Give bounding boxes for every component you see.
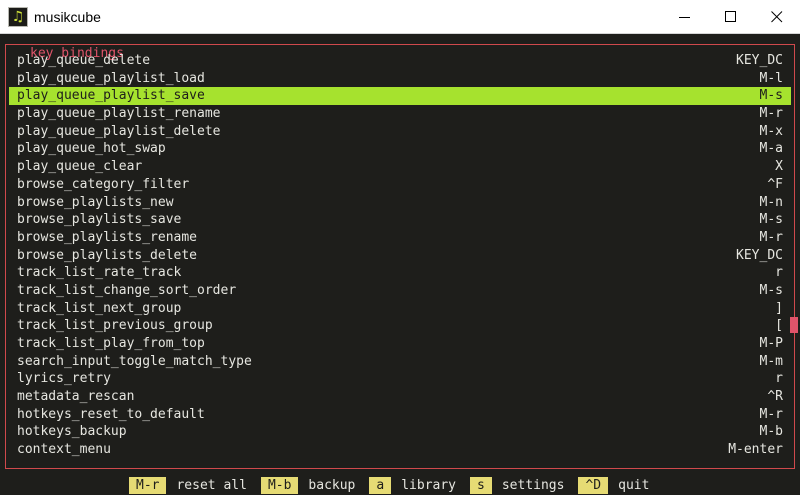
binding-key: X [775, 159, 783, 175]
shortcut-item[interactable]: s settings [470, 477, 564, 494]
binding-action: track_list_change_sort_order [17, 282, 237, 298]
shortcut-key: M-r [129, 477, 167, 494]
binding-key: M-l [759, 70, 783, 86]
binding-key: M-P [759, 336, 783, 351]
binding-row[interactable]: browse_category_filter ^F [9, 176, 791, 194]
binding-row[interactable]: browse_playlists_save M-s [9, 211, 791, 229]
binding-key: M-r [759, 106, 783, 122]
binding-row[interactable]: track_list_next_group] [9, 300, 791, 318]
binding-row[interactable]: lyrics_retry r [9, 370, 791, 388]
binding-action: lyrics_retry [17, 371, 111, 387]
binding-action: browse_playlists_delete [17, 247, 198, 263]
shortcut-bar: M-r reset all M-b backup a library s settings ^D… [0, 476, 800, 495]
shortcut-item[interactable]: a library [369, 477, 456, 494]
binding-row[interactable]: play_queue_delete KEY_DC [9, 52, 791, 70]
binding-action: browse_playlists_save [17, 212, 182, 228]
close-icon [771, 11, 783, 23]
binding-action: browse_playlists_new [17, 194, 174, 210]
binding-key: M-s [759, 282, 783, 298]
binding-action: play_queue_clear [17, 159, 143, 175]
binding-key: ] [775, 300, 783, 316]
binding-action: hotkeys_reset_to_default [17, 406, 205, 422]
binding-action: browse_playlists_rename [17, 229, 198, 245]
shortcut-label: reset all [176, 478, 247, 493]
shortcut-item[interactable]: ^D quit [578, 477, 649, 494]
binding-key: KEY_DC [736, 53, 783, 68]
binding-row[interactable]: browse_playlists_new M-n [9, 194, 791, 212]
binding-row[interactable]: play_queue_playlist_save M-s [9, 87, 791, 106]
binding-row[interactable]: play_queue_playlist_delete M-x [9, 123, 791, 141]
binding-action: track_list_rate_track [17, 265, 182, 281]
binding-row[interactable]: track_list_rate_track r [9, 264, 791, 282]
binding-key: M-x [759, 123, 783, 139]
binding-action: browse_category_filter [17, 176, 190, 192]
binding-action: track_list_previous_group [17, 318, 213, 334]
app-music-icon: ♫ [8, 7, 28, 27]
binding-key: [ [775, 318, 783, 334]
shortcut-list: M-r reset all M-b backup a library s settings ^D… [129, 476, 663, 495]
binding-action: track_list_next_group [17, 300, 182, 316]
binding-row[interactable]: browse_playlists_delete KEY_DC [9, 247, 791, 265]
binding-row[interactable]: metadata_rescan ^R [9, 388, 791, 406]
binding-key: M-a [759, 141, 783, 157]
shortcut-label: quit [618, 478, 650, 493]
binding-row[interactable]: play_queue_clear X [9, 158, 791, 176]
binding-key: r [775, 265, 783, 281]
binding-key: M-s [759, 212, 783, 228]
binding-key: ^R [767, 389, 783, 405]
app-window: ♫ musikcube key bindings play_queue_dele… [0, 0, 800, 495]
binding-action: hotkeys_backup [17, 424, 127, 440]
window-title: musikcube [34, 9, 101, 25]
binding-key: M-b [759, 424, 783, 440]
shortcut-key: ^D [578, 477, 609, 494]
binding-key: M-enter [728, 442, 783, 458]
shortcut-key: M-b [260, 477, 299, 494]
binding-row[interactable]: play_queue_hot_swap M-a [9, 140, 791, 158]
binding-key: r [775, 371, 783, 387]
shortcut-label: library [401, 478, 457, 493]
binding-action: play_queue_delete [17, 53, 151, 68]
scrollbar-thumb[interactable] [790, 317, 798, 333]
binding-key: M-r [759, 406, 783, 422]
terminal-content: key bindings play_queue_delete KEY_DC play… [0, 34, 800, 495]
binding-row[interactable]: play_queue_playlist_rename M-r [9, 105, 791, 123]
binding-key: KEY_DC [736, 247, 783, 263]
binding-row[interactable]: track_list_previous_group [ [9, 317, 791, 335]
binding-row[interactable]: browse_playlists_rename M-r [9, 229, 791, 247]
binding-row[interactable]: track_list_play_from_top M-P [9, 335, 791, 353]
binding-key: M-s [759, 88, 783, 104]
minimize-icon [679, 17, 690, 18]
binding-action: play_queue_playlist_rename [17, 106, 221, 122]
key-bindings-list[interactable]: play_queue_delete KEY_DC play_queue_playli… [9, 52, 791, 459]
binding-row[interactable]: play_queue_playlist_load M-l [9, 70, 791, 88]
binding-key: M-m [759, 353, 783, 369]
shortcut-item[interactable]: M-b backup [260, 477, 356, 494]
shortcut-key: a [369, 477, 392, 494]
binding-action: metadata_rescan [17, 389, 135, 405]
binding-row[interactable]: context_menu M-enter [9, 441, 791, 459]
maximize-icon [725, 11, 736, 22]
binding-key: M-r [759, 229, 783, 245]
close-button[interactable] [754, 0, 800, 34]
binding-action: context_menu [17, 442, 111, 458]
binding-action: track_list_play_from_top [17, 336, 205, 351]
shortcut-key: s [470, 477, 492, 494]
shortcut-label: backup [308, 478, 356, 493]
binding-action: play_queue_playlist_save [17, 88, 205, 104]
shortcut-item[interactable]: M-r reset all [129, 477, 247, 494]
binding-row[interactable]: hotkeys_reset_to_default M-r [9, 406, 791, 424]
binding-action: play_queue_playlist_delete [17, 123, 221, 139]
binding-action: play_queue_hot_swap [17, 141, 166, 157]
binding-row[interactable]: search_input_toggle_match_type M-m [9, 353, 791, 371]
binding-action: play_queue_playlist_load [17, 70, 205, 86]
shortcut-label: settings [501, 478, 565, 493]
minimize-button[interactable] [662, 0, 708, 34]
binding-action: search_input_toggle_match_type [17, 353, 252, 369]
maximize-button[interactable] [708, 0, 754, 34]
binding-key: M-n [759, 194, 783, 210]
title-bar[interactable]: ♫ musikcube [0, 0, 800, 34]
binding-row[interactable]: hotkeys_backup M-b [9, 423, 791, 441]
binding-row[interactable]: track_list_change_sort_order M-s [9, 282, 791, 300]
binding-key: ^F [767, 176, 783, 192]
